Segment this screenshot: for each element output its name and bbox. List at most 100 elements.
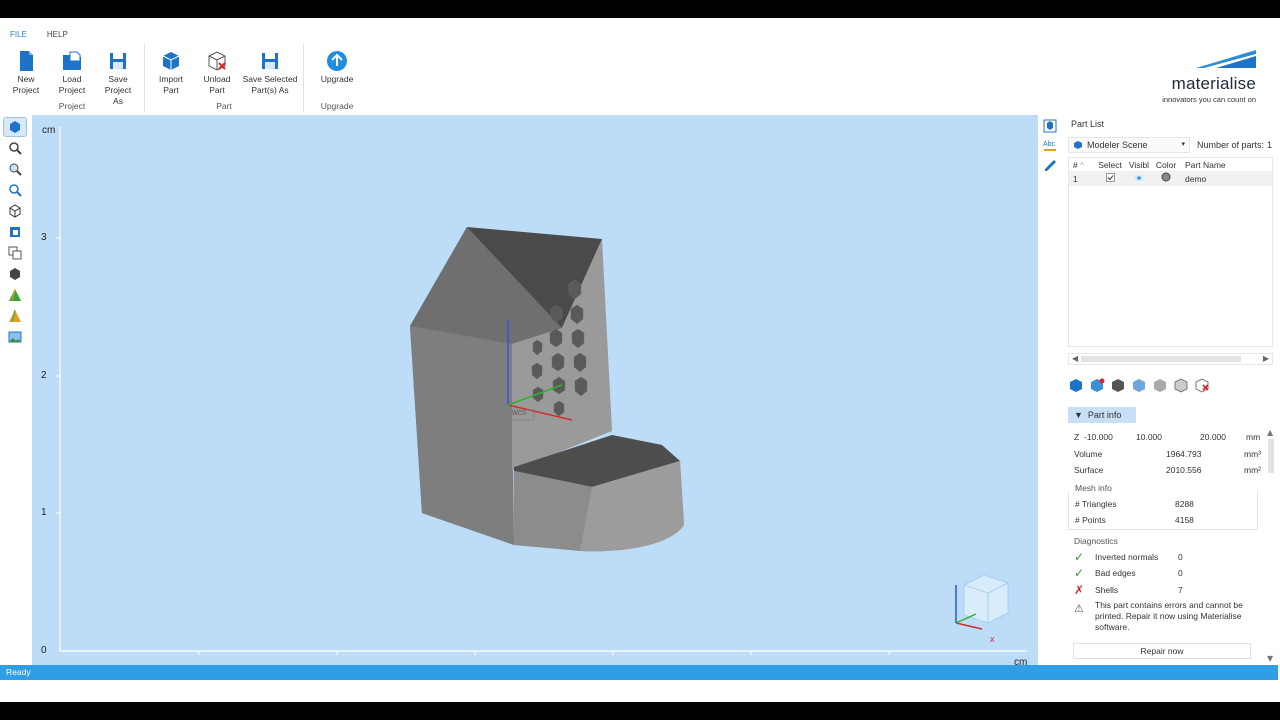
ribbon-group-part: Import Part Unload Part Save Selected Pa…: [145, 44, 304, 112]
volume-row: Volume 1964.793 mm³: [1068, 446, 1273, 463]
chevron-down-icon: ▾: [1181, 141, 1185, 148]
zoom-tool[interactable]: [4, 139, 26, 157]
y-axis-unit: cm: [42, 125, 56, 136]
part-list-table: # ^ Select Visibl Color Part Name 1 demo: [1068, 157, 1273, 347]
check-icon: ✓: [1074, 549, 1085, 564]
view-iso-icon: [8, 246, 22, 260]
ribbon-group-upgrade-label: Upgrade: [320, 101, 354, 111]
diag-bad-edges: ✓ Bad edges 0: [1074, 566, 1183, 580]
delete-part-button[interactable]: [1194, 377, 1211, 393]
checkbox-checked-icon: [1105, 173, 1115, 182]
view-front-icon: [10, 227, 20, 237]
diag-inverted-normals: ✓ Inverted normals 0: [1074, 549, 1183, 564]
surface-row: Surface 2010.556 mm²: [1068, 462, 1273, 479]
logo-name: materialise: [1171, 74, 1256, 93]
repair-warning: ⚠ This part contains errors and cannot b…: [1074, 600, 1243, 632]
points-row: # Points 4158: [1069, 512, 1257, 529]
check-icon: ✓: [1074, 566, 1085, 580]
merge-part-button[interactable]: [1131, 377, 1148, 393]
open-folder-icon: [63, 51, 81, 70]
logo-stripe-icon: [1196, 50, 1256, 68]
collapse-triangle-icon: ▼: [1074, 410, 1083, 420]
x-axis-unit: cm: [1014, 657, 1028, 665]
visibility-toggle[interactable]: [1125, 172, 1153, 186]
view-cube-tool[interactable]: [4, 202, 26, 220]
logo-tagline: innovators you can count on: [1162, 95, 1256, 104]
scene-dropdown[interactable]: Modeler Scene ▾: [1068, 137, 1190, 153]
cube-select-icon: [10, 121, 20, 133]
surface-value: 2010.556: [1166, 465, 1202, 475]
save-selected-icon: [262, 53, 278, 69]
part-info-vscroll[interactable]: ▲ ▼: [1265, 425, 1277, 665]
z-size: 20.000: [1200, 432, 1226, 442]
part-info-content: Z -10.000 10.000 20.000 mm Volume 1964.7…: [1068, 429, 1273, 659]
col-visible[interactable]: Visibl: [1125, 158, 1153, 171]
diagnostics-section: Diagnostics ✓ Inverted normals 0 ✓ Bad e…: [1068, 535, 1258, 659]
menu-help[interactable]: HELP: [37, 28, 78, 42]
split-part-icon: [1112, 379, 1124, 392]
svg-text:Abc: Abc: [1043, 141, 1056, 148]
split-part-button[interactable]: [1110, 377, 1127, 393]
add-part-icon: [1070, 379, 1082, 392]
mesh-info-section: Mesh info # Triangles 8288 # Points 4158: [1068, 482, 1258, 530]
col-color[interactable]: Color: [1153, 158, 1179, 171]
measure-tab[interactable]: [1042, 156, 1058, 172]
z-max: 10.000: [1136, 432, 1162, 442]
zoom-selection-tool[interactable]: [4, 181, 26, 199]
mesh-info-title: Mesh info: [1072, 482, 1115, 493]
zoom-icon: [9, 142, 22, 155]
background-tool[interactable]: [4, 328, 26, 346]
number-of-parts-value: 1: [1267, 140, 1273, 150]
hollow-part-icon: [1174, 378, 1188, 393]
scroll-right-icon[interactable]: ▶: [1263, 354, 1269, 364]
part-tools: [1068, 377, 1211, 393]
color-swatch[interactable]: [1153, 172, 1179, 186]
view-shaded-tool[interactable]: [4, 265, 26, 283]
merge-part-icon: [1133, 379, 1145, 392]
materialise-logo: materialise innovators you can count on: [1146, 48, 1256, 108]
part-row-name: demo: [1185, 174, 1207, 184]
part-row-index: 1: [1073, 174, 1078, 184]
triangle-edges-tool[interactable]: [4, 307, 26, 325]
part-model-demo[interactable]: [410, 227, 684, 552]
select-checkbox[interactable]: [1095, 172, 1125, 186]
part-row[interactable]: 1 demo: [1069, 172, 1272, 186]
panel-side-icons: Abc: [1038, 115, 1062, 175]
part-list-icon: [1043, 119, 1057, 133]
abc-label-icon: Abc: [1043, 141, 1056, 151]
repair-now-button[interactable]: Repair now: [1073, 643, 1251, 659]
scroll-left-icon[interactable]: ◀: [1072, 354, 1078, 364]
3d-viewport[interactable]: x cm cm 3 2 1 0 0 1 2 3 4 5 6 WCS: [32, 115, 1038, 665]
add-part-button[interactable]: [1068, 377, 1085, 393]
wcs-label: WCS: [512, 411, 526, 417]
viewport-canvas: x: [56, 127, 1027, 655]
hollow-part-button[interactable]: [1173, 377, 1190, 393]
view-front-tool[interactable]: [4, 223, 26, 241]
zoom-fit-tool[interactable]: [4, 160, 26, 178]
ribbon-group-part-label: Part: [216, 101, 232, 111]
part-list-hscroll[interactable]: ◀ ▶: [1068, 353, 1273, 365]
part-list-tab[interactable]: [1042, 118, 1058, 134]
col-part-name[interactable]: Part Name: [1179, 158, 1269, 171]
part-list-title: Part List: [1071, 119, 1105, 129]
select-tool[interactable]: [3, 117, 27, 137]
shell-part-button[interactable]: [1152, 377, 1169, 393]
zoom-fit-icon: [9, 163, 22, 176]
view-iso-tool[interactable]: [4, 244, 26, 262]
col-index[interactable]: # ^: [1069, 158, 1095, 171]
triangles-row: # Triangles 8288: [1069, 496, 1257, 513]
triangle-tool[interactable]: [4, 286, 26, 304]
menu-file[interactable]: FILE: [0, 28, 37, 42]
delete-part-icon: [1195, 378, 1209, 393]
points-value: 4158: [1175, 515, 1194, 525]
scroll-thumb[interactable]: [1081, 356, 1241, 362]
col-select[interactable]: Select: [1095, 158, 1125, 171]
save-icon: [110, 53, 126, 69]
triangle-edges-icon: [9, 309, 21, 323]
duplicate-part-button[interactable]: [1089, 377, 1106, 393]
orientation-cube[interactable]: x: [955, 574, 1009, 644]
status-bar: Ready: [0, 665, 1278, 680]
unload-part-icon: [208, 51, 226, 71]
labels-tab[interactable]: Abc: [1042, 137, 1058, 153]
part-info-header[interactable]: ▼ Part info: [1068, 407, 1136, 423]
